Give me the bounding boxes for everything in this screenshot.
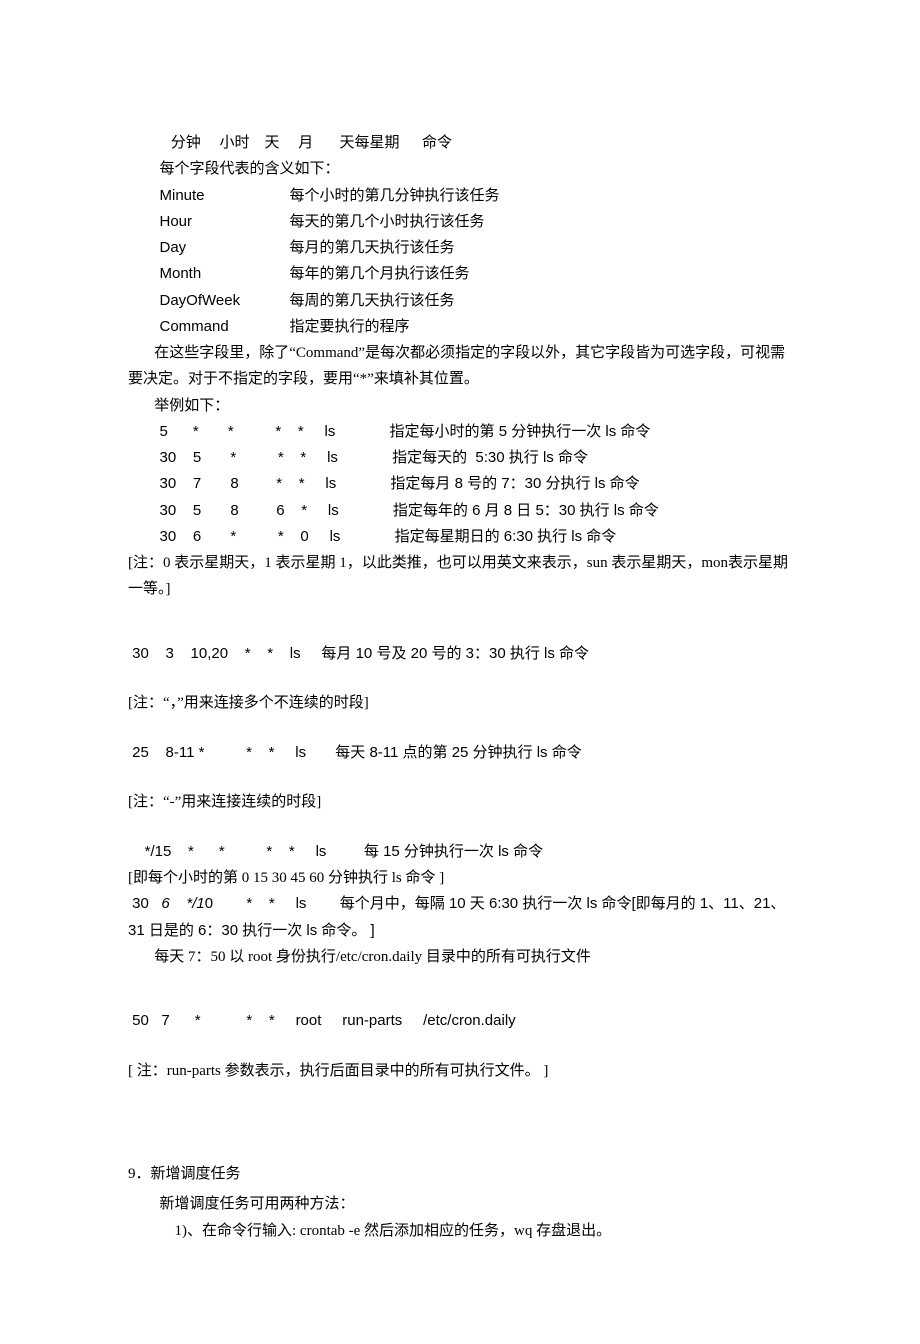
daily-note: 每天 7：50 以 root 身份执行/etc/cron.daily 目录中的所…	[128, 944, 792, 970]
example-row-1: 5 * * * * ls 指定每小时的第 5 分钟执行一次 ls 命令	[128, 419, 792, 445]
comma-note: [注：“，”用来连接多个不连续的时段]	[128, 690, 792, 716]
field-hour: Hour每天的第几个小时执行该任务	[128, 209, 792, 235]
example-row-4: 30 5 8 6 * ls 指定每年的 6 月 8 日 5：30 执行 ls 命…	[128, 498, 792, 524]
example-row-9: 30 6 */10 * * ls 每个月中，每隔 10 天 6:30 执行一次 …	[128, 891, 792, 944]
field-day: Day每月的第几天执行该任务	[128, 235, 792, 261]
example-row-10: 50 7 * * * root run-parts /etc/cron.dail…	[128, 1008, 792, 1034]
section-9-method-1: 1)、在命令行输入: crontab -e 然后添加相应的任务，wq 存盘退出。	[128, 1218, 792, 1244]
example-row-7: 25 8-11 * * * ls 每天 8-11 点的第 25 分钟执行 ls …	[128, 740, 792, 766]
field-dow: DayOfWeek每周的第几天执行该任务	[128, 288, 792, 314]
meaning-intro: 每个字段代表的含义如下：	[128, 156, 792, 182]
note-required: 在这些字段里，除了“Command”是每次都必须指定的字段以外，其它字段皆为可选…	[128, 340, 792, 393]
example-row-5: 30 6 * * 0 ls 指定每星期日的 6:30 执行 ls 命令	[128, 524, 792, 550]
field-month: Month每年的第几个月执行该任务	[128, 261, 792, 287]
field-command: Command指定要执行的程序	[128, 314, 792, 340]
example-row-6: 30 3 10,20 * * ls 每月 10 号及 20 号的 3：30 执行…	[128, 641, 792, 667]
weekday-note: [注：0 表示星期天，1 表示星期 1，以此类推，也可以用英文来表示，sun 表…	[128, 550, 792, 603]
example-row-8: */15 * * * * ls 每 15 分钟执行一次 ls 命令	[128, 839, 792, 865]
example-row-2: 30 5 * * * ls 指定每天的 5:30 执行 ls 命令	[128, 445, 792, 471]
columns-header: 分钟 小时 天 月 天每星期 命令	[128, 130, 792, 156]
section-9-intro: 新增调度任务可用两种方法：	[128, 1191, 792, 1217]
section-9-title: 9．新增调度任务	[128, 1161, 792, 1187]
every15-note: [即每个小时的第 0 15 30 45 60 分钟执行 ls 命令 ]	[128, 865, 792, 891]
runparts-note: [ 注：run-parts 参数表示，执行后面目录中的所有可执行文件。 ]	[128, 1058, 792, 1084]
field-minute: Minute每个小时的第几分钟执行该任务	[128, 183, 792, 209]
document-page: 分钟 小时 天 月 天每星期 命令 每个字段代表的含义如下： Minute每个小…	[0, 0, 920, 1344]
example-row-3: 30 7 8 * * ls 指定每月 8 号的 7：30 分执行 ls 命令	[128, 471, 792, 497]
examples-intro: 举例如下：	[128, 393, 792, 419]
dash-note: [注：“-”用来连接连续的时段]	[128, 789, 792, 815]
